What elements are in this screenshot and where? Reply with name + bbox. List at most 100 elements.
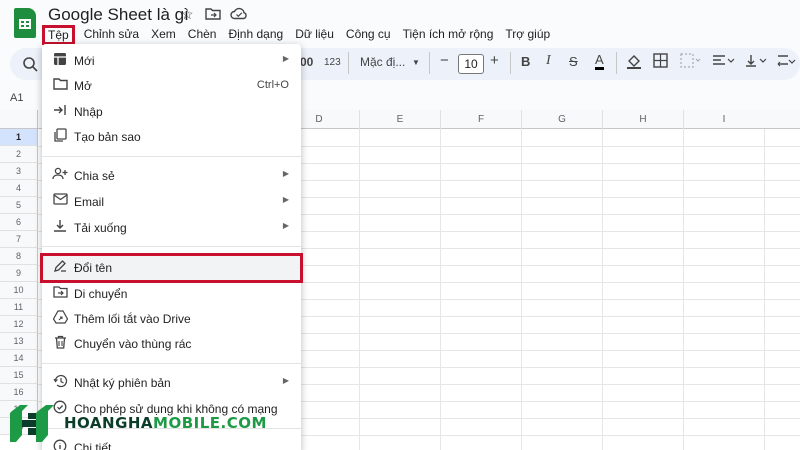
menu-item-label: Email bbox=[74, 195, 105, 209]
horizontal-align-icon[interactable] bbox=[712, 53, 736, 71]
borders-icon[interactable] bbox=[653, 53, 668, 71]
select-all-corner[interactable] bbox=[0, 110, 38, 129]
name-box[interactable]: A1 bbox=[10, 92, 23, 104]
column-header-e[interactable]: E bbox=[359, 110, 440, 129]
menu-item-label: Nhập bbox=[74, 105, 103, 119]
toolbar-divider bbox=[348, 52, 349, 74]
row-header[interactable]: 4 bbox=[0, 180, 38, 197]
menu-extensions[interactable]: Tiện ích mở rộng bbox=[397, 25, 500, 45]
row-header[interactable]: 8 bbox=[0, 248, 38, 265]
row-header[interactable]: 2 bbox=[0, 146, 38, 163]
menu-item-shortcut: Ctrl+O bbox=[256, 79, 289, 91]
column-gridline bbox=[521, 129, 522, 450]
menu-format[interactable]: Định dạng bbox=[222, 25, 289, 45]
decimal-format-button[interactable]: 00 bbox=[300, 55, 313, 69]
document-title[interactable]: Google Sheet là gì bbox=[48, 5, 189, 25]
menu-item-label: Chuyển vào thùng rác bbox=[74, 337, 192, 351]
fill-color-icon[interactable] bbox=[626, 53, 642, 72]
menu-item-share[interactable]: Chia sẻ ▶ bbox=[42, 164, 301, 188]
submenu-arrow-icon: ▶ bbox=[282, 376, 289, 385]
row-header[interactable]: 1 bbox=[0, 129, 38, 146]
row-header[interactable]: 3 bbox=[0, 163, 38, 180]
menubar: Tệp Chỉnh sửa Xem Chèn Định dạng Dữ liệu… bbox=[42, 25, 556, 45]
google-sheets-window: Google Sheet là gì ☆ Tệp Chỉnh sửa Xem C… bbox=[0, 0, 800, 450]
copy-icon bbox=[52, 128, 68, 144]
menu-item-label: Thêm lối tắt vào Drive bbox=[74, 312, 191, 326]
sheets-logo-icon[interactable] bbox=[14, 8, 36, 38]
row-header[interactable]: 12 bbox=[0, 316, 38, 333]
row-header[interactable]: 9 bbox=[0, 265, 38, 282]
font-family-select[interactable]: Mặc đị... bbox=[360, 55, 405, 69]
submenu-arrow-icon: ▶ bbox=[282, 54, 289, 63]
submenu-arrow-icon: ▶ bbox=[282, 195, 289, 204]
column-header-f[interactable]: F bbox=[440, 110, 521, 129]
menu-separator bbox=[42, 246, 301, 247]
menu-insert[interactable]: Chèn bbox=[182, 25, 223, 45]
column-gridline bbox=[764, 129, 765, 450]
menu-item-version-history[interactable]: Nhật ký phiên bản ▶ bbox=[42, 371, 301, 395]
menu-item-label: Mới bbox=[74, 54, 95, 68]
row-header[interactable]: 16 bbox=[0, 384, 38, 401]
menu-item-email[interactable]: Email ▶ bbox=[42, 190, 301, 214]
toolbar-divider bbox=[510, 52, 511, 74]
column-gridline bbox=[602, 129, 603, 450]
menu-item-label: Chi tiết bbox=[74, 441, 112, 450]
menu-item-move[interactable]: Di chuyển bbox=[42, 282, 301, 306]
menu-item-new[interactable]: Mới ▶ bbox=[42, 49, 301, 73]
menu-data[interactable]: Dữ liệu bbox=[289, 25, 340, 45]
row-header[interactable]: 6 bbox=[0, 214, 38, 231]
font-family-dropdown-icon[interactable]: ▼ bbox=[412, 58, 420, 67]
drive-shortcut-icon bbox=[52, 310, 68, 326]
menu-item-import[interactable]: Nhập bbox=[42, 100, 301, 124]
menu-item-details[interactable]: Chi tiết bbox=[42, 436, 301, 450]
decrease-font-button[interactable]: − bbox=[440, 52, 449, 69]
column-header-h[interactable]: H bbox=[602, 110, 683, 129]
cloud-status-icon[interactable] bbox=[230, 6, 248, 23]
column-gridline bbox=[683, 129, 684, 450]
number-format-button[interactable]: 123 bbox=[324, 57, 341, 68]
row-header[interactable]: 7 bbox=[0, 231, 38, 248]
menu-separator bbox=[42, 363, 301, 364]
strikethrough-button[interactable]: S bbox=[569, 54, 578, 69]
watermark-text: HOANGHAMOBILE.COM bbox=[64, 414, 267, 432]
menu-view[interactable]: Xem bbox=[145, 25, 182, 45]
bold-button[interactable]: B bbox=[521, 54, 530, 69]
menu-item-open[interactable]: Mở Ctrl+O bbox=[42, 74, 301, 98]
menu-item-trash[interactable]: Chuyển vào thùng rác bbox=[42, 332, 301, 356]
row-header[interactable]: 14 bbox=[0, 350, 38, 367]
row-header[interactable]: 5 bbox=[0, 197, 38, 214]
column-gridline bbox=[359, 129, 360, 450]
rename-highlight-frame bbox=[40, 253, 303, 283]
row-header[interactable]: 15 bbox=[0, 367, 38, 384]
column-header-g[interactable]: G bbox=[521, 110, 602, 129]
star-icon[interactable]: ☆ bbox=[181, 6, 194, 23]
increase-font-button[interactable]: + bbox=[490, 52, 499, 69]
watermark-part-2: MOBILE.COM bbox=[153, 414, 267, 432]
download-icon bbox=[52, 219, 68, 235]
merge-cells-icon[interactable] bbox=[680, 53, 702, 71]
menu-item-label: Tạo bản sao bbox=[74, 130, 141, 144]
italic-button[interactable]: I bbox=[546, 53, 551, 69]
menu-item-make-copy[interactable]: Tạo bản sao bbox=[42, 125, 301, 149]
menu-file[interactable]: Tệp bbox=[42, 25, 75, 45]
column-header-i[interactable]: I bbox=[683, 110, 764, 129]
share-person-icon bbox=[52, 167, 68, 183]
move-to-folder-icon[interactable] bbox=[205, 6, 221, 23]
submenu-arrow-icon: ▶ bbox=[282, 169, 289, 178]
menu-tools[interactable]: Công cụ bbox=[340, 25, 397, 45]
menu-help[interactable]: Trợ giúp bbox=[499, 25, 556, 45]
column-gridline bbox=[440, 129, 441, 450]
text-wrap-icon[interactable] bbox=[777, 53, 797, 71]
menu-edit[interactable]: Chỉnh sửa bbox=[78, 25, 145, 45]
menu-item-label: Mở bbox=[74, 79, 92, 93]
menu-item-download[interactable]: Tải xuống ▶ bbox=[42, 216, 301, 240]
search-icon[interactable] bbox=[14, 50, 44, 78]
text-color-button[interactable]: A bbox=[595, 53, 604, 70]
row-header[interactable]: 13 bbox=[0, 333, 38, 350]
menu-separator bbox=[42, 156, 301, 157]
row-header[interactable]: 11 bbox=[0, 299, 38, 316]
row-header[interactable]: 10 bbox=[0, 282, 38, 299]
font-size-input[interactable]: 10 bbox=[458, 54, 484, 74]
menu-item-add-shortcut[interactable]: Thêm lối tắt vào Drive bbox=[42, 307, 301, 331]
vertical-align-icon[interactable] bbox=[745, 53, 769, 71]
